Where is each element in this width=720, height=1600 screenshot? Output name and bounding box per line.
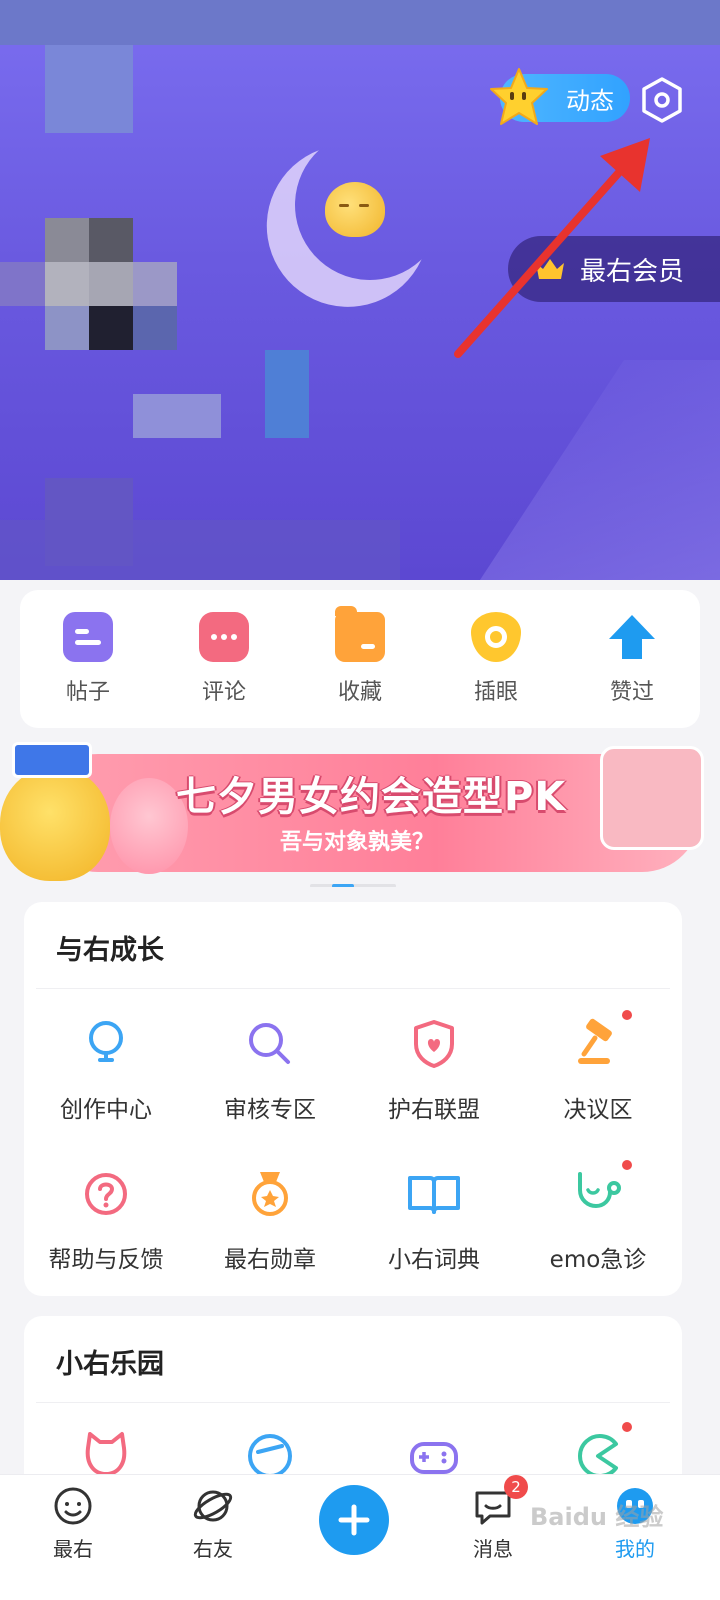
- nav-label: 右友: [193, 1537, 233, 1561]
- profile-header: 动态 最右会员: [0, 0, 720, 580]
- banner-mascot-illustration: [0, 766, 110, 881]
- stethoscope-icon: [570, 1160, 632, 1222]
- nav-item-messages[interactable]: 2 消息: [448, 1475, 538, 1562]
- planet-icon: [193, 1490, 233, 1522]
- post-icon: [63, 612, 113, 662]
- section-title: 小右乐园: [56, 1349, 164, 1380]
- quick-action-label: 评论: [201, 680, 246, 705]
- light-beam-decoration: [480, 360, 720, 580]
- dynamic-label: 动态: [566, 86, 614, 115]
- pixelated-avatar-tile: [89, 218, 133, 262]
- message-icon: 2: [472, 1475, 528, 1527]
- book-icon: [408, 1176, 460, 1214]
- grid-item-guardian-alliance[interactable]: 护右联盟: [352, 1016, 516, 1124]
- section-title: 与右成长: [56, 935, 164, 966]
- camera-illustration: [600, 746, 704, 850]
- pixelated-avatar-tile: [0, 0, 720, 45]
- pixelated-avatar-tile: [45, 306, 89, 350]
- thumb-up-icon: [609, 615, 655, 659]
- dynamic-button[interactable]: 动态: [490, 68, 630, 125]
- grid-item-label: 最右勋章: [224, 1247, 316, 1273]
- banner-title: 七夕男女约会造型PK: [176, 774, 567, 820]
- eye-icon: [471, 612, 521, 662]
- grid-item-dictionary[interactable]: 小右词典: [352, 1166, 516, 1274]
- grid-item-review-zone[interactable]: 审核专区: [188, 1016, 352, 1124]
- promo-banner[interactable]: 七夕男女约会造型PK 吾与对象孰美？: [0, 742, 720, 887]
- grid-item-label: 审核专区: [224, 1097, 316, 1123]
- nav-item-home[interactable]: 最右: [28, 1485, 118, 1562]
- plus-icon: [338, 1504, 370, 1536]
- grid-item-help-feedback[interactable]: 帮助与反馈: [24, 1166, 188, 1274]
- home-face-icon: [54, 1487, 92, 1525]
- magnifier-icon: [249, 1023, 290, 1064]
- banner-badge-icon: [12, 742, 92, 778]
- quick-action-label: 收藏: [337, 680, 382, 705]
- divider: [36, 988, 670, 989]
- settings-icon[interactable]: [640, 76, 684, 124]
- quick-action-posts[interactable]: 帖子: [33, 612, 143, 706]
- nav-label: 消息: [473, 1537, 513, 1561]
- create-post-button[interactable]: [319, 1485, 389, 1555]
- pixelated-avatar-tile: [133, 262, 177, 306]
- grid-item-label: 帮助与反馈: [48, 1247, 164, 1273]
- quick-action-favorites[interactable]: 收藏: [305, 606, 415, 706]
- quick-action-bookmarks[interactable]: 插眼: [441, 612, 551, 706]
- notification-dot: [622, 1422, 632, 1432]
- banner-page-indicator: [310, 884, 396, 887]
- comment-icon: [199, 612, 249, 662]
- nav-label: 最右: [53, 1537, 93, 1561]
- pixelated-avatar-tile: [0, 262, 45, 306]
- nav-item-friends[interactable]: 右友: [168, 1485, 258, 1562]
- grid-item-emo-emergency[interactable]: emo急诊: [516, 1160, 680, 1274]
- pixelated-avatar-tile: [89, 262, 133, 306]
- grid-item-creator-center[interactable]: 创作中心: [24, 1016, 188, 1124]
- moon-mascot-illustration: [325, 182, 385, 237]
- growth-section: 与右成长 创作中心 审核专区 护右联盟 决议区 帮助与反馈 最右勋章 小右词典 …: [24, 902, 682, 1296]
- pixelated-avatar-tile: [0, 520, 400, 580]
- notification-dot: [622, 1160, 632, 1170]
- question-icon: [85, 1173, 127, 1215]
- quick-action-comments[interactable]: 评论: [169, 612, 279, 706]
- grid-item-label: 护右联盟: [388, 1097, 480, 1123]
- watermark: Baidu 经验: [530, 1503, 664, 1531]
- divider: [36, 1402, 670, 1403]
- unread-count-badge: 2: [504, 1475, 528, 1499]
- grid-item-label: 创作中心: [60, 1097, 152, 1123]
- grid-item-resolution-zone[interactable]: 决议区: [516, 1010, 680, 1124]
- quick-action-label: 赞过: [609, 680, 654, 705]
- star-icon: [490, 68, 548, 125]
- pixelated-avatar-tile: [45, 218, 89, 262]
- pixelated-avatar-tile: [133, 394, 221, 438]
- medal-icon: [252, 1172, 288, 1216]
- pixelated-avatar-tile: [45, 262, 89, 306]
- quick-action-liked[interactable]: 赞过: [577, 612, 687, 706]
- grid-item-medals[interactable]: 最右勋章: [188, 1166, 352, 1274]
- bottom-navigation: 最右 右友 2 消息 我的 Baidu 经验: [0, 1474, 720, 1600]
- banner-subtitle: 吾与对象孰美？: [280, 830, 435, 855]
- pixelated-avatar-tile: [265, 350, 309, 438]
- shield-heart-icon: [414, 1020, 454, 1068]
- notification-dot: [622, 1010, 632, 1020]
- pixelated-avatar-tile: [133, 306, 177, 350]
- grid-item-label: 决议区: [563, 1097, 633, 1123]
- lightbulb-icon: [89, 1021, 123, 1062]
- pixelated-avatar-tile: [89, 306, 133, 350]
- folder-icon: [335, 606, 385, 662]
- quick-action-label: 帖子: [65, 680, 110, 705]
- pixelated-avatar-tile: [45, 45, 133, 133]
- nav-label: 我的: [615, 1537, 655, 1561]
- quick-action-label: 插眼: [473, 680, 518, 705]
- quick-actions-card: 帖子 评论 收藏 插眼 赞过: [20, 590, 700, 728]
- gavel-icon: [570, 1010, 632, 1072]
- annotation-arrow-icon: [454, 138, 650, 358]
- grid-item-label: 小右词典: [388, 1247, 480, 1273]
- grid-item-label: emo急诊: [549, 1247, 647, 1273]
